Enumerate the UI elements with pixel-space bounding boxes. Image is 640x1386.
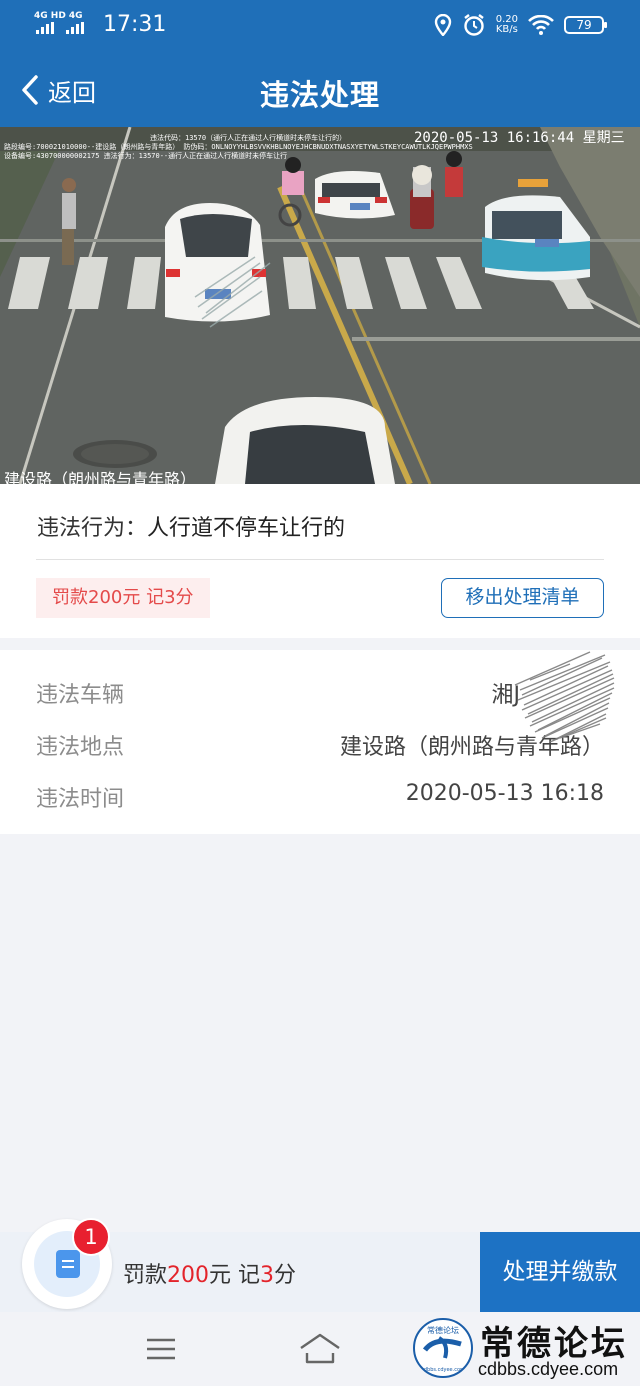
remove-from-list-button[interactable]: 移出处理清单 bbox=[441, 578, 604, 618]
time-value: 2020-05-13 16:18 bbox=[405, 781, 604, 806]
points-value: 3 bbox=[260, 1263, 275, 1288]
top-bar: 4G HD 4G 17:31 0.20 KB/s 79 返回 违法处理 bbox=[0, 0, 640, 127]
status-time: 17:31 bbox=[103, 12, 167, 37]
behavior-label: 违法行为： bbox=[37, 516, 148, 541]
forum-logo-icon: 常德论坛 cdbbs.cdyee.com bbox=[417, 1322, 469, 1374]
forum-watermark-title: 常德论坛 bbox=[480, 1324, 628, 1364]
battery-icon: 79 bbox=[564, 16, 607, 34]
network-speed: 0.20 KB/s bbox=[495, 14, 518, 35]
violation-photo[interactable]: 2020-05-13 16:16:44 星期三 违法代码：13570（通行人正在… bbox=[0, 127, 640, 484]
photo-meta-device: 设备编号:430700000002175 违法行为：13570--通行人正在通过… bbox=[4, 152, 288, 160]
wifi-icon bbox=[528, 15, 554, 35]
fine-summary: 罚款200元 记3分 bbox=[123, 1263, 297, 1288]
divider bbox=[36, 559, 604, 560]
count-badge: 1 bbox=[72, 1218, 110, 1256]
menu-icon[interactable] bbox=[145, 1330, 177, 1368]
vehicle-label: 违法车辆 bbox=[36, 683, 125, 708]
detail-row-vehicle: 违法车辆 湘J bbox=[36, 677, 604, 708]
violation-card: 违法行为：人行道不停车让行的 罚款200元 记3分 移出处理清单 bbox=[0, 484, 640, 638]
status-bar: 4G HD 4G 17:31 0.20 KB/s 79 bbox=[0, 0, 640, 52]
location-value: 建设路（朗州路与青年路） bbox=[339, 735, 604, 760]
penalty-tag: 罚款200元 记3分 bbox=[36, 578, 210, 618]
svg-text:常德论坛: 常德论坛 bbox=[427, 1325, 459, 1335]
network-type: 4G HD 4G bbox=[34, 11, 83, 21]
forum-logo: 常德论坛 cdbbs.cdyee.com bbox=[413, 1318, 473, 1378]
page-title: 违法处理 bbox=[259, 78, 380, 112]
location-label: 违法地点 bbox=[36, 735, 125, 760]
detail-row-location: 违法地点 建设路（朗州路与青年路） bbox=[36, 729, 604, 760]
document-icon bbox=[56, 1250, 80, 1278]
svg-text:cdbbs.cdyee.com: cdbbs.cdyee.com bbox=[421, 1367, 465, 1373]
process-and-pay-button[interactable]: 处理并缴款 bbox=[480, 1232, 640, 1312]
violation-behavior: 违法行为：人行道不停车让行的 bbox=[37, 510, 345, 542]
location-icon bbox=[434, 14, 451, 36]
alarm-icon bbox=[464, 14, 484, 36]
behavior-value: 人行道不停车让行的 bbox=[147, 516, 346, 541]
nav-bar: 返回 违法处理 bbox=[0, 52, 640, 127]
details-card: 违法车辆 湘J 违法地点 建设路（朗州路与青年路） 违法时间 2020-05-1… bbox=[0, 650, 640, 834]
photo-location: 建设路（朗州路与青年路） bbox=[4, 470, 197, 484]
forum-watermark-url: cdbbs.cdyee.com bbox=[478, 1359, 619, 1379]
detail-row-time: 违法时间 2020-05-13 16:18 bbox=[36, 781, 604, 812]
home-icon[interactable] bbox=[298, 1330, 342, 1368]
vehicle-value: 湘J bbox=[491, 683, 521, 708]
time-label: 违法时间 bbox=[36, 787, 125, 812]
street-scene-image bbox=[0, 127, 640, 484]
signal-icon bbox=[36, 22, 96, 34]
fine-amount: 200 bbox=[167, 1263, 210, 1288]
